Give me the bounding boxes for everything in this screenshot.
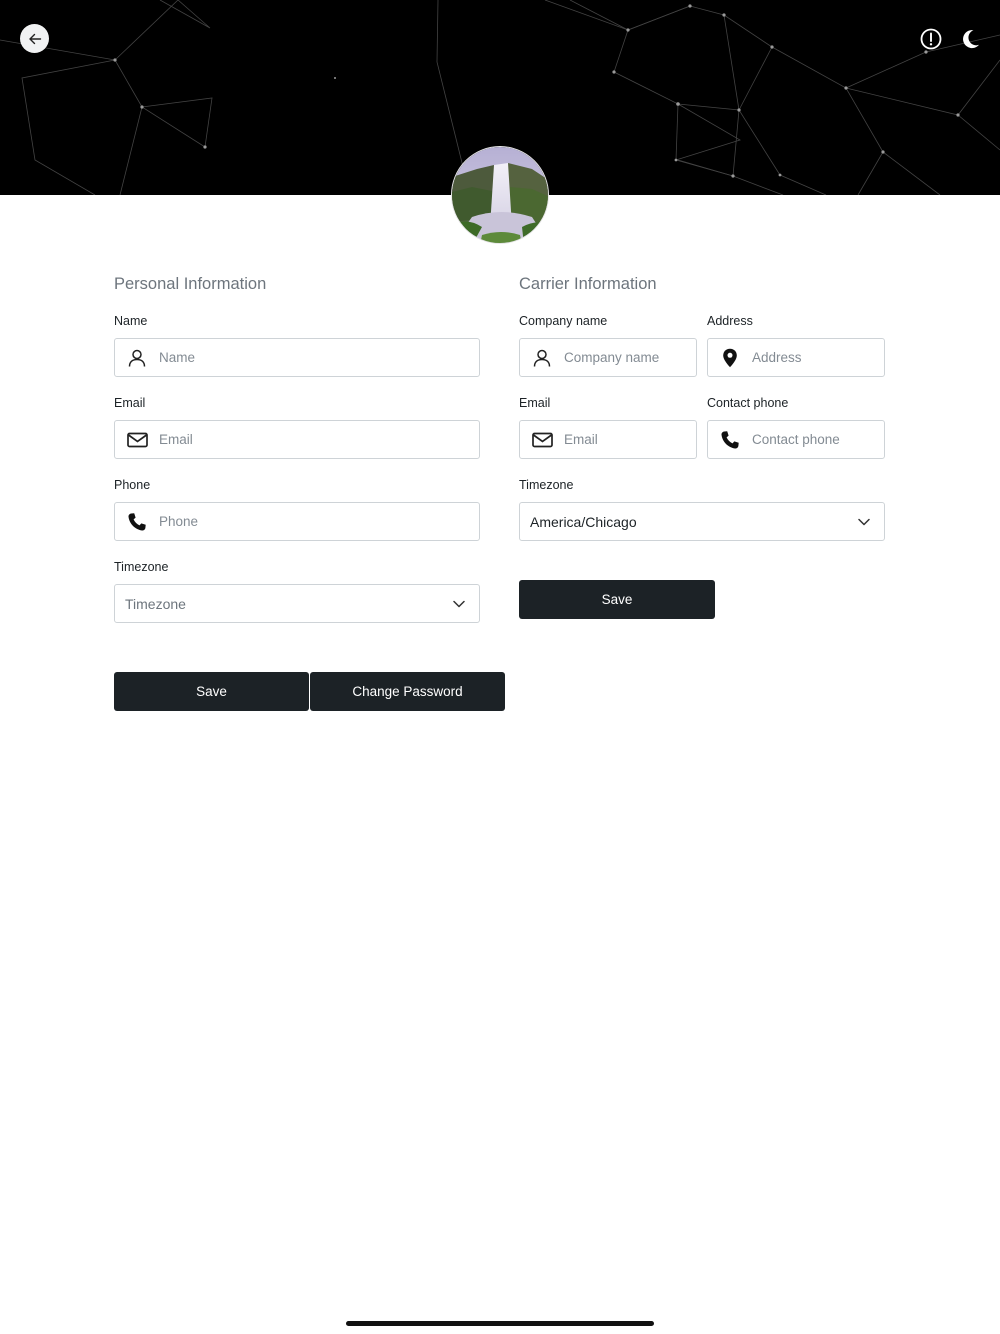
envelope-icon — [115, 421, 159, 458]
company-name-input[interactable] — [564, 339, 696, 376]
arrow-left-icon — [28, 33, 41, 44]
name-input[interactable] — [159, 339, 479, 376]
contact-phone-label: Contact phone — [707, 396, 789, 410]
change-password-button[interactable]: Change Password — [310, 672, 505, 711]
user-icon — [520, 339, 564, 376]
chevron-down-icon — [453, 600, 465, 607]
company-name-field[interactable] — [519, 338, 697, 377]
phone-icon — [708, 421, 752, 458]
carrier-timezone-select[interactable]: America/Chicago — [519, 502, 885, 541]
email-field[interactable] — [114, 420, 480, 459]
carrier-email-label: Email — [519, 396, 551, 410]
address-label: Address — [707, 314, 753, 328]
carrier-timezone-value: America/Chicago — [530, 513, 637, 530]
email-input[interactable] — [159, 421, 479, 458]
carrier-section-title: Carrier Information — [519, 275, 657, 293]
exclamation-circle-icon[interactable] — [919, 27, 943, 51]
contact-phone-field[interactable] — [707, 420, 885, 459]
name-field[interactable] — [114, 338, 480, 377]
timezone-select[interactable]: Timezone — [114, 584, 480, 623]
phone-field[interactable] — [114, 502, 480, 541]
company-name-label: Company name — [519, 314, 608, 328]
address-input[interactable] — [752, 339, 884, 376]
name-label: Name — [114, 314, 148, 328]
carrier-email-input[interactable] — [564, 421, 696, 458]
home-indicator — [346, 1321, 654, 1326]
address-field[interactable] — [707, 338, 885, 377]
timezone-label: Timezone — [114, 560, 169, 574]
phone-label: Phone — [114, 478, 151, 492]
moon-icon[interactable] — [958, 27, 982, 51]
carrier-email-field[interactable] — [519, 420, 697, 459]
contact-phone-input[interactable] — [752, 421, 884, 458]
profile-avatar[interactable] — [451, 146, 549, 244]
phone-icon — [115, 503, 159, 540]
personal-save-button[interactable]: Save — [114, 672, 309, 711]
email-label: Email — [114, 396, 146, 410]
waterfall-photo — [452, 147, 548, 243]
timezone-select-text: Timezone — [125, 595, 186, 612]
phone-input[interactable] — [159, 503, 479, 540]
chevron-down-icon — [858, 518, 870, 525]
personal-section-title: Personal Information — [114, 275, 267, 293]
map-pin-icon — [708, 339, 752, 376]
carrier-timezone-label: Timezone — [519, 478, 574, 492]
back-button[interactable] — [20, 24, 49, 53]
envelope-icon — [520, 421, 564, 458]
user-icon — [115, 339, 159, 376]
carrier-save-button[interactable]: Save — [519, 580, 715, 619]
